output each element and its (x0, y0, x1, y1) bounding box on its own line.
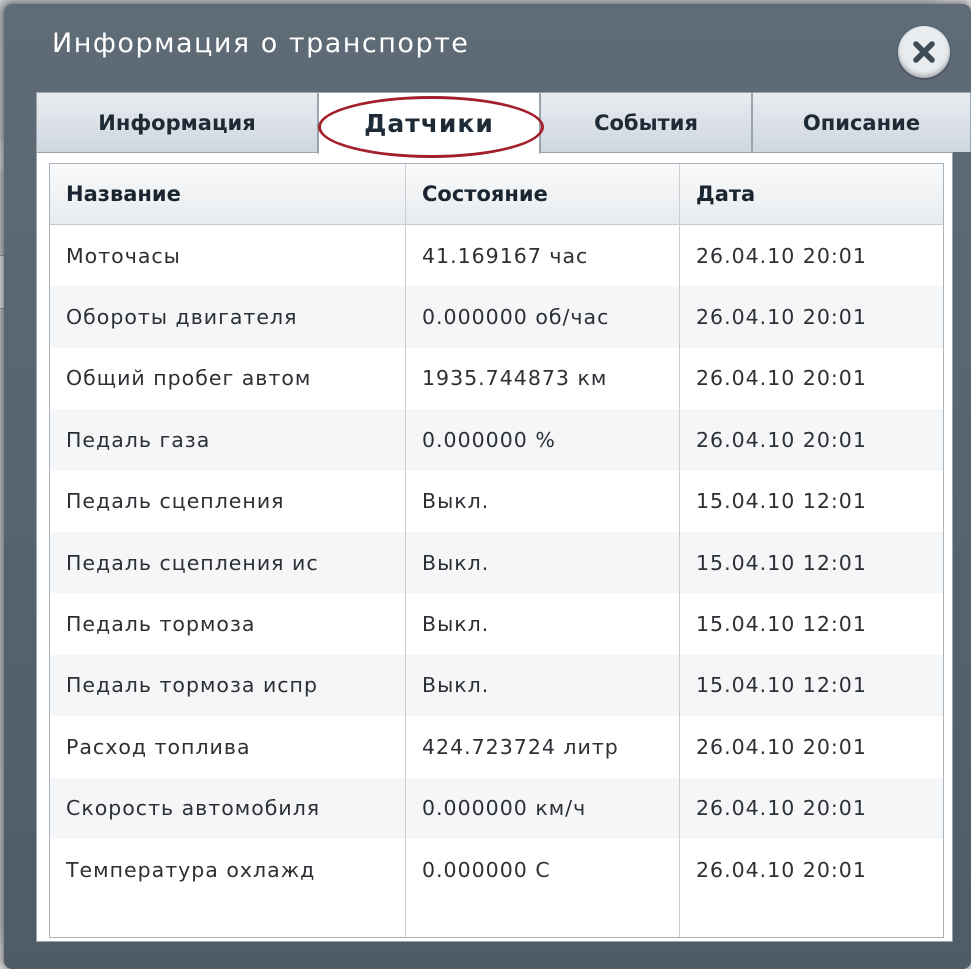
tab-label: Датчики (364, 109, 494, 138)
cell-state: 0.000000 об/час (406, 286, 680, 348)
tab-panel-sensors: Название Состояние Дата Моточасы 41.16916… (36, 152, 953, 942)
cell-name: Общий пробег автом (50, 347, 406, 410)
column-header-state[interactable]: Состояние (406, 164, 680, 224)
cell-date: 15.04.10 12:01 (696, 612, 867, 637)
cell-state: 1935.744873 км (406, 347, 680, 410)
grid-body: Моточасы 41.169167 час 26.04.10 20:01 Оборо… (50, 225, 943, 937)
table-row[interactable]: Скорость автомобиля 0.000000 км/ч 26.04.10… (50, 777, 943, 839)
cell-state: Выкл. (406, 593, 680, 655)
cell-name: Педаль тормоза (50, 593, 406, 655)
grid-empty-area (50, 900, 943, 937)
cell-state: 41.169167 час (406, 225, 680, 287)
cell-name: Педаль газа (50, 409, 406, 471)
table-row[interactable]: Педаль тормоза Выкл. 15.04.10 12:01 (50, 593, 943, 655)
table-row[interactable]: Обороты двигателя 0.000000 об/час 26.04.10… (50, 286, 943, 348)
tab-description[interactable]: Описание (752, 92, 971, 152)
cell-date: 15.04.10 12:01 (696, 673, 867, 698)
table-row[interactable]: Педаль сцепления ис Выкл. 15.04.10 12:01 (50, 531, 943, 594)
cell-date: 26.04.10 20:01 (696, 796, 867, 821)
table-row[interactable]: Моточасы 41.169167 час 26.04.10 20:01 (50, 225, 943, 287)
cell-name: Расход топлива (50, 716, 406, 778)
close-icon (913, 41, 935, 63)
cell-name: Педаль тормоза испр (50, 654, 406, 717)
tab-label: Описание (802, 110, 921, 135)
cell-state: Выкл. (406, 531, 680, 594)
table-row[interactable]: Педаль тормоза испр Выкл. 15.04.10 12:01 (50, 654, 943, 717)
window-title: Информация о транспорте (52, 28, 470, 59)
table-row[interactable]: Общий пробег автом 1935.744873 км 26.04.10… (50, 347, 943, 410)
cell-date: 26.04.10 20:01 (696, 366, 867, 391)
table-row[interactable]: Температура охлажд 0.000000 С 26.04.10 20:… (50, 838, 943, 901)
cell-date: 26.04.10 20:01 (696, 857, 867, 882)
cell-name: Моточасы (50, 225, 406, 287)
cell-state: Выкл. (406, 470, 680, 532)
empty-cell (680, 900, 943, 937)
cell-name: Температура охлажд (50, 838, 406, 901)
cell-date: 15.04.10 12:01 (696, 550, 867, 575)
cell-state: 0.000000 км/ч (406, 777, 680, 839)
sensors-grid: Название Состояние Дата Моточасы 41.16916… (49, 163, 944, 938)
cell-date: 26.04.10 20:01 (696, 427, 867, 452)
cell-state: Выкл. (406, 654, 680, 717)
table-row[interactable]: Педаль газа 0.000000 % 26.04.10 20:01 (50, 409, 943, 471)
column-header-name[interactable]: Название (50, 164, 406, 224)
cell-state: 0.000000 С (406, 838, 680, 901)
tab-events[interactable]: События (540, 92, 752, 152)
empty-cell (50, 900, 406, 937)
cell-date: 15.04.10 12:01 (696, 489, 867, 514)
cell-name: Скорость автомобиля (50, 777, 406, 839)
table-row[interactable]: Педаль сцепления Выкл. 15.04.10 12:01 (50, 470, 943, 532)
tab-info[interactable]: Информация (36, 92, 318, 152)
tab-label: Информация (98, 110, 256, 135)
close-button[interactable] (898, 26, 950, 78)
tab-label: События (594, 110, 698, 135)
cell-state: 0.000000 % (406, 409, 680, 471)
cell-name: Педаль сцепления (50, 470, 406, 532)
cell-name: Педаль сцепления ис (50, 531, 406, 594)
cell-state: 424.723724 литр (406, 716, 680, 778)
cell-name: Обороты двигателя (50, 286, 406, 348)
cell-date: 26.04.10 20:01 (696, 305, 867, 330)
grid-header: Название Состояние Дата (50, 164, 943, 225)
table-row[interactable]: Расход топлива 424.723724 литр 26.04.10 20… (50, 716, 943, 778)
empty-cell (406, 900, 680, 937)
cell-date: 26.04.10 20:01 (696, 734, 867, 759)
tab-bar: Информация Датчики События Описание (36, 92, 971, 154)
tab-sensors[interactable]: Датчики (318, 92, 540, 154)
cell-date: 26.04.10 20:01 (696, 243, 867, 268)
column-header-date[interactable]: Дата (680, 164, 943, 224)
